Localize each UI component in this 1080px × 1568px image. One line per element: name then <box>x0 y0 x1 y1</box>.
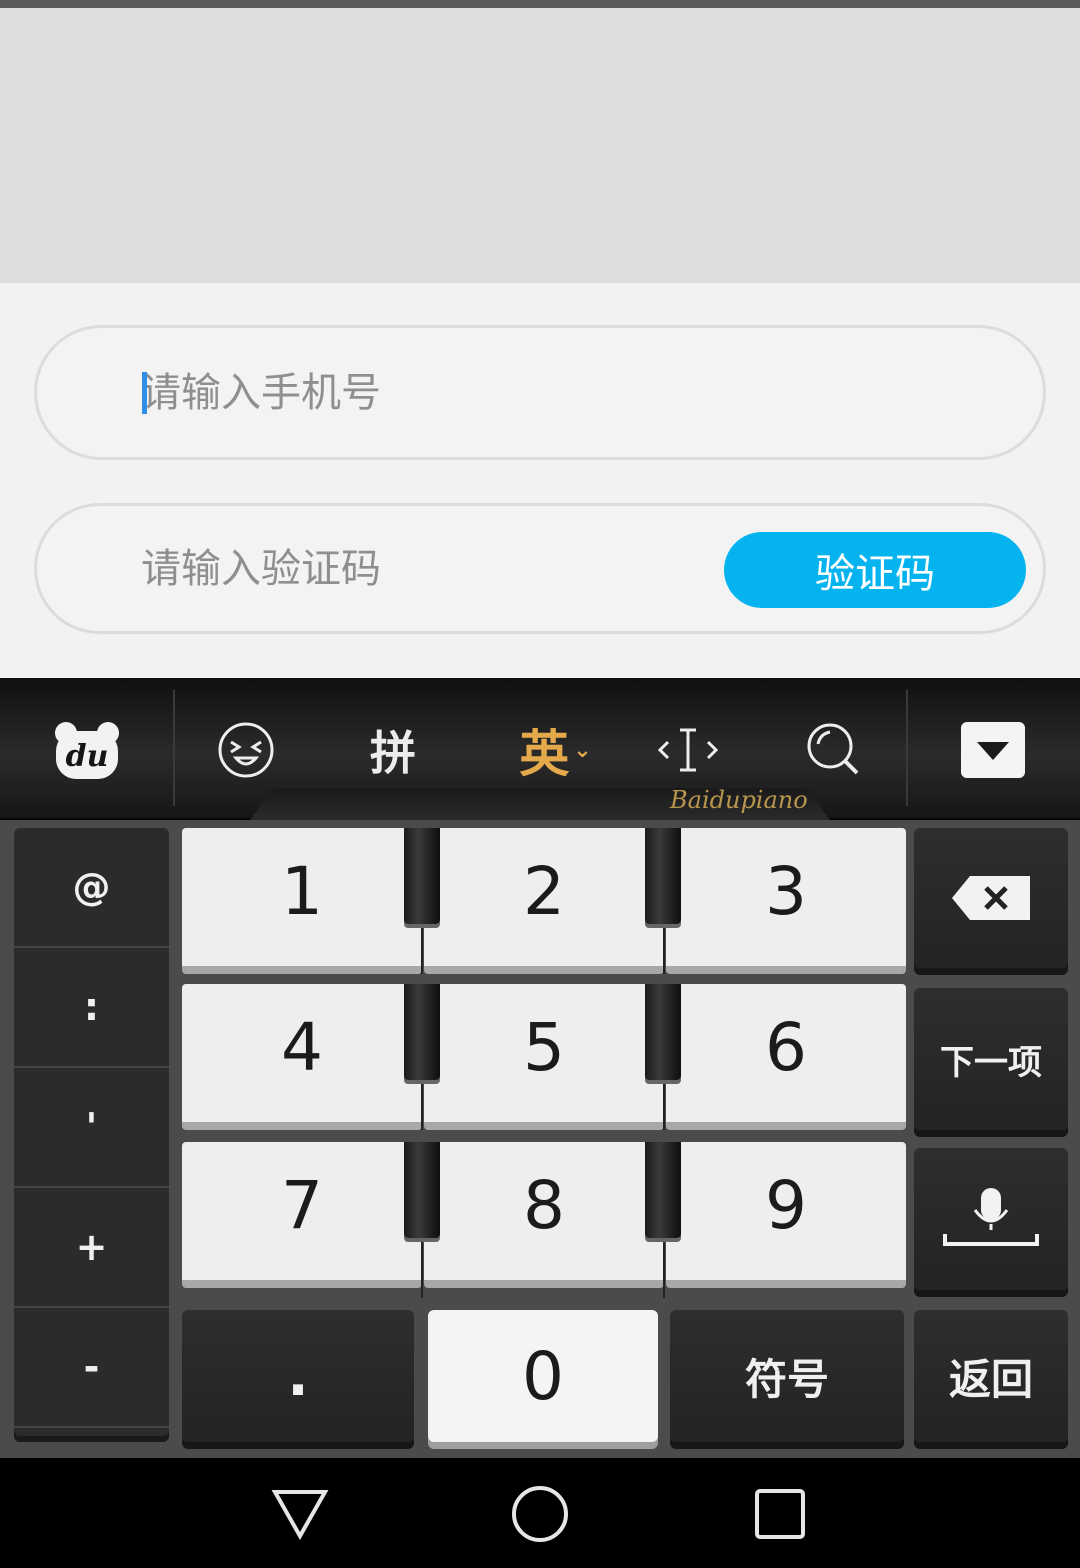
key-colon[interactable]: : <box>14 948 169 1068</box>
chevron-down-icon: ⌄ <box>573 737 592 763</box>
key-8-label: 8 <box>523 1166 565 1244</box>
key-6[interactable]: 6 <box>666 984 906 1130</box>
black-key <box>645 984 681 1080</box>
next-field-key[interactable]: 下一项 <box>914 988 1068 1130</box>
system-nav-bar <box>0 1458 1080 1568</box>
key-9-label: 9 <box>765 1166 807 1244</box>
black-key <box>645 1142 681 1238</box>
dot-key[interactable]: . <box>182 1310 414 1442</box>
login-form: 验证码 <box>0 283 1080 678</box>
emoji-icon <box>218 722 274 778</box>
search-icon <box>807 723 859 775</box>
cursor-move-icon <box>657 728 719 772</box>
voice-key[interactable] <box>914 1148 1068 1290</box>
code-field[interactable]: 验证码 <box>34 503 1046 634</box>
text-caret <box>142 372 147 414</box>
key-2[interactable]: 2 <box>424 828 664 974</box>
backspace-icon <box>952 876 1030 920</box>
header-area <box>0 8 1080 283</box>
toolbar-divider <box>906 690 908 806</box>
nav-home-button[interactable] <box>510 1484 570 1544</box>
get-code-button[interactable]: 验证码 <box>724 532 1026 608</box>
hide-keyboard-button[interactable] <box>956 710 1030 790</box>
key-5[interactable]: 5 <box>424 984 664 1130</box>
code-input[interactable] <box>141 506 701 631</box>
key-5-label: 5 <box>523 1008 565 1086</box>
key-8[interactable]: 8 <box>424 1142 664 1288</box>
recents-square-icon <box>755 1489 805 1539</box>
search-button[interactable] <box>798 710 870 790</box>
back-triangle-icon <box>271 1490 329 1540</box>
symbol-column: @ : ' + - <box>14 828 169 1442</box>
black-key <box>404 984 440 1080</box>
key-6-label: 6 <box>765 1008 807 1086</box>
hide-keyboard-icon <box>961 722 1025 778</box>
piano-row-2: 4 5 6 <box>182 984 906 1130</box>
soft-keyboard: du 拼 英 ⌄ Baidupiano @: ' + - 1 2 3 4 5 … <box>0 678 1080 1458</box>
phone-input[interactable] <box>141 328 701 457</box>
nav-back-button[interactable] <box>270 1484 330 1544</box>
black-key <box>404 1142 440 1238</box>
key-plus[interactable]: + <box>14 1188 169 1308</box>
piano-row-3: 7 8 9 <box>182 1142 906 1298</box>
emoji-button[interactable] <box>210 710 282 790</box>
english-mode-label: 英 <box>519 725 570 783</box>
key-minus[interactable]: - <box>14 1308 169 1428</box>
cursor-move-button[interactable] <box>650 710 726 790</box>
baidu-bear-icon: du <box>55 722 119 779</box>
key-2-label: 2 <box>523 852 565 930</box>
return-key[interactable]: 返回 <box>914 1310 1068 1442</box>
key-1-label: 1 <box>281 852 323 930</box>
key-4-label: 4 <box>281 1008 323 1086</box>
black-key <box>404 828 440 924</box>
nav-recents-button[interactable] <box>750 1484 810 1544</box>
key-4[interactable]: 4 <box>182 984 422 1130</box>
key-1[interactable]: 1 <box>182 828 422 974</box>
english-mode-button[interactable]: 英 ⌄ <box>508 710 603 790</box>
key-9[interactable]: 9 <box>666 1142 906 1288</box>
home-circle-icon <box>512 1486 568 1542</box>
key-7[interactable]: 7 <box>182 1142 422 1288</box>
key-at[interactable]: @ <box>14 828 169 948</box>
key-3-label: 3 <box>765 852 807 930</box>
key-3[interactable]: 3 <box>666 828 906 974</box>
key-7-label: 7 <box>281 1166 323 1244</box>
phone-field[interactable] <box>34 325 1046 460</box>
keyboard-toolbar: du 拼 英 ⌄ Baidupiano <box>0 678 1080 820</box>
status-bar-edge <box>0 0 1080 8</box>
logo-text: du <box>66 739 109 774</box>
piano-row-1: 1 2 3 <box>182 828 906 974</box>
symbols-key[interactable]: 符号 <box>670 1310 904 1442</box>
backspace-key[interactable] <box>914 828 1068 968</box>
baidu-logo-button[interactable]: du <box>48 710 126 790</box>
microphone-icon <box>943 1188 1039 1246</box>
toolbar-divider <box>173 690 175 806</box>
zero-key[interactable]: 0 <box>428 1310 658 1442</box>
pinyin-mode-button[interactable]: 拼 <box>355 710 431 790</box>
brand-label: Baidupiano <box>670 786 808 814</box>
key-apostrophe[interactable]: ' <box>14 1068 169 1188</box>
black-key <box>645 828 681 924</box>
